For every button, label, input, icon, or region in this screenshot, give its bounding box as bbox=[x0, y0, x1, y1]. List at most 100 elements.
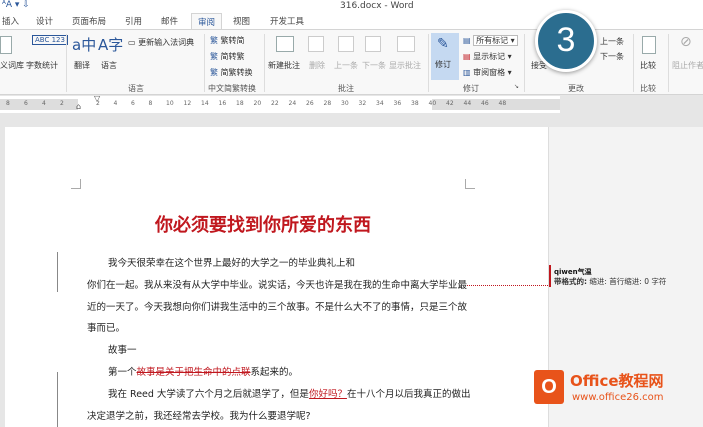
prev-comment-icon bbox=[338, 36, 354, 52]
paragraph: 第一个故事是关于把生命中的点联系起来的。 bbox=[87, 364, 298, 378]
ruler-tick: 20 bbox=[253, 100, 262, 107]
delete-comment-button[interactable]: 删除 bbox=[309, 60, 325, 71]
show-comments-button[interactable]: 显示批注 bbox=[389, 60, 421, 71]
ruler-tick: 48 bbox=[498, 100, 507, 107]
convert-button[interactable]: 繁 简繁转换 bbox=[210, 67, 253, 78]
paragraph: 决定退学之前，我还经常去学校。我为什么要退学呢? bbox=[87, 411, 311, 422]
ruler-tick: 26 bbox=[306, 100, 314, 107]
deleted-text[interactable]: 故事是关于把生命中的点联 bbox=[137, 367, 251, 378]
ruler-tick: 4 bbox=[42, 100, 46, 107]
ruler-tick: 38 bbox=[411, 100, 419, 107]
next-comment-icon bbox=[365, 36, 381, 52]
review-pane-button[interactable]: ▥ 审阅窗格 ▾ bbox=[463, 67, 512, 78]
title-bar: ᴬA ▾ ⇩ 316.docx - Word bbox=[0, 0, 703, 13]
ruler-tick: 2 bbox=[60, 100, 64, 107]
ruler-tick: 30 bbox=[341, 100, 349, 107]
compare-icon bbox=[642, 36, 656, 54]
tab-view[interactable]: 视图 bbox=[233, 15, 250, 27]
ruler-tick: 44 bbox=[463, 100, 472, 107]
quick-access-icon[interactable]: ᴬA ▾ ⇩ bbox=[2, 0, 30, 10]
show-markup-button[interactable]: ▤ 显示标记 ▾ bbox=[463, 51, 512, 62]
ruler-tick: 6 bbox=[131, 100, 135, 107]
s2t-label: 简转繁 bbox=[220, 52, 245, 61]
delete-comment-icon bbox=[308, 36, 324, 52]
ruler-tick: 36 bbox=[393, 100, 402, 107]
tab-mailings[interactable]: 邮件 bbox=[161, 15, 178, 27]
text: 第一个 bbox=[108, 367, 137, 378]
convert-label: 简繁转换 bbox=[220, 68, 253, 77]
ruler-tick: 14 bbox=[201, 100, 209, 107]
ruler-tick: 32 bbox=[358, 100, 367, 107]
next-change-button[interactable]: 下一条 bbox=[600, 51, 624, 62]
word-count-button[interactable]: 字数统计 bbox=[26, 60, 58, 71]
document-page[interactable]: 你必须要找到你所爱的东西 我今天很荣幸在这个世界上最好的大学之一的毕业典礼上和 … bbox=[5, 127, 548, 427]
ruler-tick: 34 bbox=[376, 100, 384, 107]
t2s-label: 繁转简 bbox=[220, 36, 245, 45]
dialog-launcher-icon[interactable]: ↘ bbox=[514, 83, 519, 90]
ribbon-tabs: 插入 设计 页面布局 引用 邮件 审阅 视图 开发工具 bbox=[0, 13, 703, 30]
group-comments: 批注 bbox=[338, 84, 354, 93]
language-icon: A字 bbox=[98, 36, 124, 54]
new-comment-icon bbox=[276, 36, 294, 52]
update-ime-button[interactable]: ▭ 更新输入法词典 bbox=[128, 37, 194, 48]
new-comment-button[interactable]: 新建批注 bbox=[268, 60, 300, 71]
block-authors-button[interactable]: 阻止作者 bbox=[672, 60, 703, 71]
track-changes-label: 修订 bbox=[435, 60, 451, 69]
ruler-tick: 16 bbox=[218, 100, 227, 107]
paragraph: 近的一天了。今天我想向你们讲我生活中的三个故事。不是什么大不了的事情，只是三个故 bbox=[87, 302, 468, 313]
translate-button[interactable]: 翻译 bbox=[74, 60, 90, 71]
formatting-balloon[interactable]: 带格式的: 缩进: 首行缩进: 0 字符 bbox=[554, 276, 666, 287]
ruler-tick: 8 bbox=[148, 100, 153, 107]
tab-insert[interactable]: 插入 bbox=[2, 15, 19, 27]
translate-icon: a中 bbox=[72, 36, 97, 54]
group-language: 语言 bbox=[128, 84, 144, 93]
ribbon: 义词库 ABC 123 字数统计 a中 翻译 A字 语言 ▭ 更新输入法词典 语… bbox=[0, 29, 703, 95]
word-count-icon: ABC 123 bbox=[32, 35, 68, 45]
tab-developer[interactable]: 开发工具 bbox=[270, 15, 304, 27]
track-changes-icon: ✎ bbox=[437, 36, 449, 52]
watermark-url: www.office26.com bbox=[572, 392, 664, 403]
prev-comment-button[interactable]: 上一条 bbox=[334, 60, 358, 71]
thesaurus-button[interactable]: 义词库 bbox=[0, 60, 24, 71]
next-comment-button[interactable]: 下一条 bbox=[362, 60, 386, 71]
horizontal-ruler[interactable]: 8 6 4 2 2 4 6 8 10 12 14 16 18 20 22 24 26 28 30 32 34 36… bbox=[0, 94, 560, 113]
review-pane-label: 审阅窗格 bbox=[473, 68, 506, 77]
s2t-button[interactable]: 繁 简转繁 bbox=[210, 51, 245, 62]
language-button[interactable]: 语言 bbox=[101, 60, 117, 71]
ruler-tick: 12 bbox=[183, 100, 192, 107]
ruler-tick: 18 bbox=[236, 100, 244, 107]
ruler-tick: 42 bbox=[446, 100, 454, 107]
paragraph: 事而已。 bbox=[87, 323, 126, 334]
update-ime-label: 更新输入法词典 bbox=[138, 38, 195, 47]
watermark-logo: O Office教程网 www.office26.com bbox=[530, 368, 700, 412]
track-changes-button[interactable]: ✎ 修订 bbox=[431, 33, 459, 80]
document-heading: 你必须要找到你所爱的东西 bbox=[155, 215, 371, 236]
paragraph: 我在 Reed 大学读了六个月之后就退学了，但是你好吗？在十八个月以后我真正的做… bbox=[87, 386, 470, 400]
text: 我在 Reed 大学读了六个月之后就退学了，但是 bbox=[108, 389, 309, 400]
block-authors-icon: ⊘ bbox=[680, 34, 692, 50]
ruler-tick: 24 bbox=[288, 100, 297, 107]
paragraph: 故事一 bbox=[108, 345, 137, 356]
group-chinese: 中文简繁转换 bbox=[208, 84, 256, 93]
ruler-tick: 28 bbox=[323, 100, 332, 107]
indent-marker[interactable]: ⌂ bbox=[76, 102, 81, 111]
first-line-indent-marker[interactable]: ▽ bbox=[94, 94, 100, 103]
text: 系起来的。 bbox=[250, 367, 299, 378]
tab-references[interactable]: 引用 bbox=[125, 15, 142, 27]
markup-select[interactable]: ▤ 所有标记 ▾ bbox=[463, 35, 518, 46]
text: 在十八个月以后我真正的做出 bbox=[346, 389, 471, 400]
ruler-tick: 10 bbox=[166, 100, 174, 107]
tab-design[interactable]: 设计 bbox=[36, 15, 53, 27]
window-title: 316.docx - Word bbox=[340, 1, 414, 11]
compare-button[interactable]: 比较 bbox=[640, 60, 656, 71]
group-changes: 更改 bbox=[568, 84, 584, 93]
inserted-text[interactable]: 你好吗？ bbox=[309, 389, 347, 400]
t2s-button[interactable]: 繁 繁转简 bbox=[210, 35, 245, 46]
tab-layout[interactable]: 页面布局 bbox=[72, 15, 106, 27]
office-logo-icon: O bbox=[534, 370, 564, 404]
prev-change-button[interactable]: 上一条 bbox=[600, 36, 624, 47]
group-tracking: 修订 bbox=[463, 84, 479, 93]
markup-select-value: 所有标记 bbox=[476, 36, 509, 45]
paragraph: 我今天很荣幸在这个世界上最好的大学之一的毕业典礼上和 bbox=[108, 258, 356, 269]
tab-review[interactable]: 审阅 bbox=[191, 13, 223, 30]
